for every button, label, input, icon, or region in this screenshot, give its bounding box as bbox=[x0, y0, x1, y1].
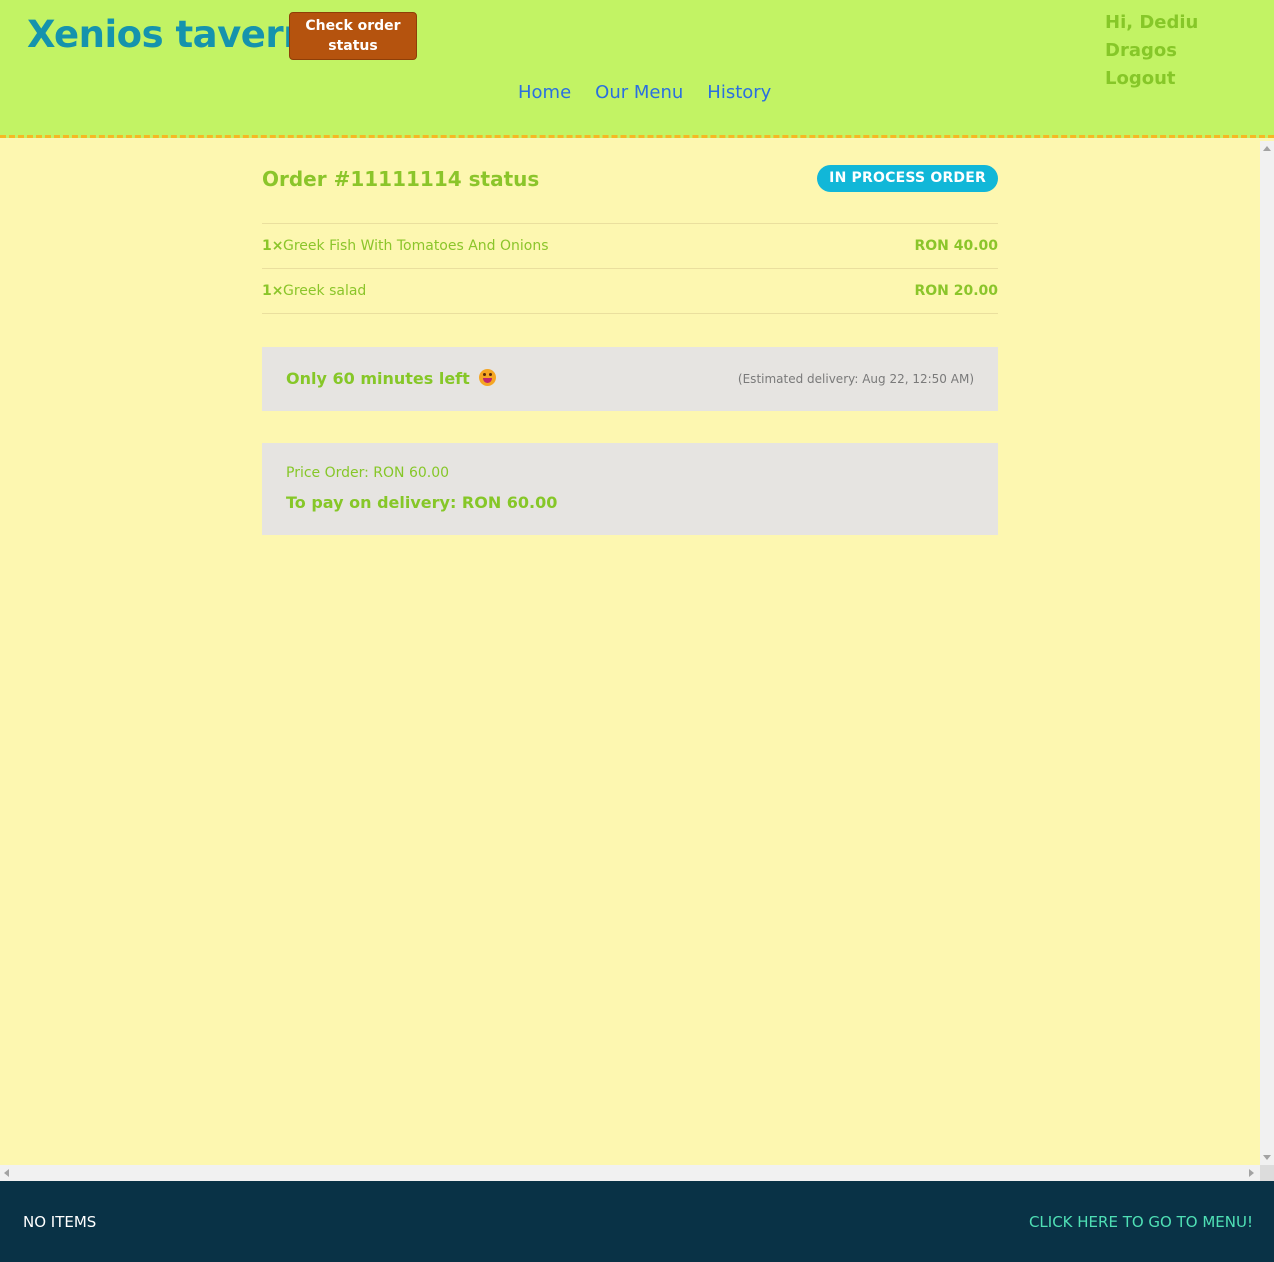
user-greeting: Hi, Dediu Dragos bbox=[1105, 12, 1199, 61]
item-quantity: 1× bbox=[262, 238, 284, 254]
order-item-row: 1× Greek salad RON 20.00 bbox=[262, 269, 998, 314]
item-price: RON 20.00 bbox=[914, 283, 998, 299]
nav-history[interactable]: History bbox=[707, 82, 771, 103]
site-brand[interactable]: Xenios taverna bbox=[27, 13, 334, 56]
price-summary-box: Price Order: RON 60.00 To pay on deliver… bbox=[262, 443, 998, 535]
logout-link[interactable]: Logout bbox=[1105, 65, 1265, 93]
order-item-row: 1× Greek Fish With Tomatoes And Onions R… bbox=[262, 224, 998, 269]
go-to-menu-link[interactable]: CLICK HERE TO GO TO MENU! bbox=[1029, 1213, 1253, 1231]
estimated-delivery: (Estimated delivery: Aug 22, 12:50 AM) bbox=[737, 372, 974, 386]
main-nav: Home Our Menu History bbox=[518, 82, 771, 103]
vertical-scrollbar[interactable] bbox=[1260, 141, 1274, 1165]
scroll-down-arrow-icon[interactable] bbox=[1263, 1155, 1271, 1160]
order-title: Order #11111114 status bbox=[262, 167, 540, 191]
price-order-text: Price Order: RON 60.00 bbox=[286, 465, 450, 481]
check-order-status-button[interactable]: Check order status bbox=[289, 12, 417, 60]
scrollbar-corner bbox=[1260, 1165, 1274, 1181]
cart-status: NO ITEMS bbox=[23, 1213, 97, 1231]
scroll-up-arrow-icon[interactable] bbox=[1263, 146, 1271, 151]
scroll-left-arrow-icon[interactable] bbox=[4, 1169, 9, 1177]
order-header: Order #11111114 status IN PROCESS ORDER bbox=[262, 141, 998, 224]
item-price: RON 40.00 bbox=[914, 238, 998, 254]
cart-footer: NO ITEMS CLICK HERE TO GO TO MENU! bbox=[0, 1181, 1274, 1262]
site-header: Xenios taverna Check order status Hi, De… bbox=[0, 0, 1274, 138]
nav-our-menu[interactable]: Our Menu bbox=[595, 82, 683, 103]
order-items-list: 1× Greek Fish With Tomatoes And Onions R… bbox=[262, 224, 998, 314]
to-pay-text: To pay on delivery: RON 60.00 bbox=[286, 493, 558, 512]
time-left-text: Only 60 minutes left bbox=[286, 369, 497, 388]
user-box: Hi, Dediu Dragos Logout bbox=[1105, 9, 1265, 93]
nav-home[interactable]: Home bbox=[518, 82, 571, 103]
item-name: Greek Fish With Tomatoes And Onions bbox=[283, 238, 549, 254]
delivery-time-box: Only 60 minutes left (Estimated delivery… bbox=[262, 347, 998, 411]
order-status-panel: Order #11111114 status IN PROCESS ORDER … bbox=[262, 141, 998, 535]
horizontal-scrollbar[interactable] bbox=[0, 1165, 1260, 1181]
item-quantity: 1× bbox=[262, 283, 284, 299]
time-left-label: Only 60 minutes left bbox=[286, 369, 470, 388]
item-name: Greek salad bbox=[283, 283, 367, 299]
status-badge: IN PROCESS ORDER bbox=[817, 165, 998, 192]
grinning-face-icon bbox=[479, 369, 497, 386]
scroll-right-arrow-icon[interactable] bbox=[1249, 1169, 1254, 1177]
